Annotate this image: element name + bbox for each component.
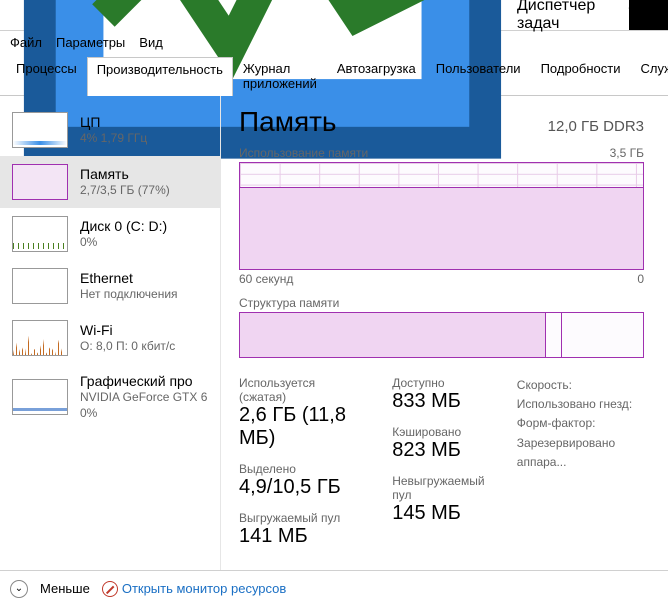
composition-inuse: [240, 313, 546, 357]
sidebar-disk-sub: 0%: [80, 235, 167, 251]
sidebar-gpu-sub: NVIDIA GeForce GTX 660: [80, 390, 208, 406]
collapse-icon[interactable]: ⌄: [10, 580, 28, 598]
sidebar-memory-sub: 2,7/3,5 ГБ (77%): [80, 183, 170, 199]
graph-fill: [240, 187, 643, 269]
sidebar-ethernet-sub: Нет подключения: [80, 287, 178, 303]
sidebar-gpu-sub2: 0%: [80, 406, 208, 422]
tab-performance[interactable]: Производительность: [87, 57, 233, 96]
cpu-thumb-icon: [12, 112, 68, 148]
memory-usage-graph[interactable]: [239, 162, 644, 270]
tab-apphistory[interactable]: Журнал приложений: [233, 56, 327, 95]
open-resmon-link[interactable]: Открыть монитор ресурсов: [102, 581, 286, 597]
sidebar-item-wifi[interactable]: Wi-FiО: 8,0 П: 0 кбит/с: [0, 312, 220, 364]
sidebar-memory-name: Память: [80, 165, 170, 183]
maximize-button[interactable]: ☐: [640, 0, 654, 30]
available-value: 833 МБ: [392, 390, 489, 413]
menu-view[interactable]: Вид: [139, 35, 163, 50]
window-title: Диспетчер задач: [517, 0, 621, 33]
sidebar: ЦП4% 1,79 ГГц Память2,7/3,5 ГБ (77%) Дис…: [0, 96, 220, 570]
formfactor-label: Форм-фактор:: [517, 414, 644, 433]
sidebar-gpu-name: Графический про: [80, 372, 208, 390]
disk-thumb-icon: [12, 216, 68, 252]
tab-processes[interactable]: Процессы: [6, 56, 87, 95]
inuse-label: Используется (сжатая): [239, 376, 364, 404]
footer: ⌄ Меньше Открыть монитор ресурсов: [0, 570, 668, 606]
committed-label: Выделено: [239, 462, 364, 476]
composition-standby: [546, 313, 562, 357]
nonpaged-value: 145 МБ: [392, 502, 489, 525]
sidebar-ethernet-name: Ethernet: [80, 269, 178, 287]
sidebar-item-disk[interactable]: Диск 0 (C: D:)0%: [0, 208, 220, 260]
sidebar-wifi-name: Wi-Fi: [80, 321, 175, 339]
committed-value: 4,9/10,5 ГБ: [239, 476, 364, 499]
paged-value: 141 МБ: [239, 525, 364, 548]
inuse-value: 2,6 ГБ (11,8 МБ): [239, 404, 364, 450]
menu-file[interactable]: Файл: [10, 35, 42, 50]
usage-label: Использование памяти: [239, 146, 368, 160]
tab-users[interactable]: Пользователи: [426, 56, 531, 95]
slots-label: Использовано гнезд:: [517, 395, 644, 414]
reserved-label: Зарезервировано аппара...: [517, 434, 644, 472]
sidebar-disk-name: Диск 0 (C: D:): [80, 217, 167, 235]
sidebar-item-ethernet[interactable]: EthernetНет подключения: [0, 260, 220, 312]
usage-max: 3,5 ГБ: [610, 146, 644, 160]
memory-thumb-icon: [12, 164, 68, 200]
memory-spec: 12,0 ГБ DDR3: [548, 118, 644, 135]
available-label: Доступно: [392, 376, 489, 390]
close-button[interactable]: ✕: [655, 0, 668, 30]
tab-startup[interactable]: Автозагрузка: [327, 56, 426, 95]
speed-label: Скорость:: [517, 376, 644, 395]
struct-label: Структура памяти: [239, 296, 339, 310]
resmon-icon: [102, 581, 118, 597]
menu-options[interactable]: Параметры: [56, 35, 125, 50]
sidebar-cpu-name: ЦП: [80, 113, 147, 131]
minimize-button[interactable]: ─: [629, 0, 640, 30]
ethernet-thumb-icon: [12, 268, 68, 304]
composition-free: [562, 313, 643, 357]
axis-right: 0: [637, 272, 644, 286]
nonpaged-label: Невыгружаемый пул: [392, 474, 489, 502]
tabbar: Процессы Производительность Журнал прило…: [0, 56, 668, 96]
cached-value: 823 МБ: [392, 439, 489, 462]
cached-label: Кэшировано: [392, 425, 489, 439]
axis-left: 60 секунд: [239, 272, 293, 286]
sidebar-item-gpu[interactable]: Графический проNVIDIA GeForce GTX 6600%: [0, 364, 220, 429]
gpu-thumb-icon: [12, 379, 68, 415]
sidebar-cpu-sub: 4% 1,79 ГГц: [80, 131, 147, 147]
sidebar-item-cpu[interactable]: ЦП4% 1,79 ГГц: [0, 104, 220, 156]
sidebar-item-memory[interactable]: Память2,7/3,5 ГБ (77%): [0, 156, 220, 208]
paged-label: Выгружаемый пул: [239, 511, 364, 525]
memory-composition-bar[interactable]: [239, 312, 644, 358]
tab-details[interactable]: Подробности: [531, 56, 631, 95]
main-panel: Память 12,0 ГБ DDR3 Использование памяти…: [220, 96, 668, 570]
sidebar-wifi-sub: О: 8,0 П: 0 кбит/с: [80, 339, 175, 355]
tab-services[interactable]: Службы: [630, 56, 668, 95]
wifi-thumb-icon: [12, 320, 68, 356]
page-title: Память: [239, 106, 337, 138]
